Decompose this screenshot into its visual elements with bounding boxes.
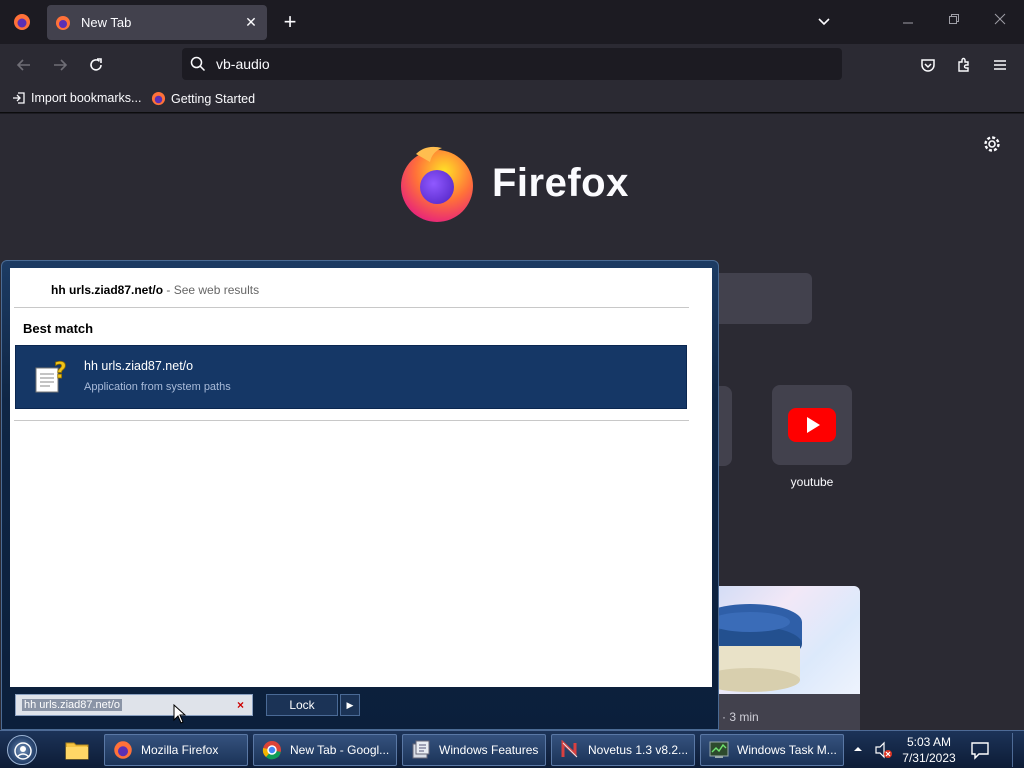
tab-strip: New Tab ✕ +	[0, 0, 1024, 44]
taskbar-item-label: Mozilla Firefox	[141, 743, 219, 757]
divider	[14, 420, 689, 421]
import-icon	[13, 92, 25, 104]
bookmark-label: Getting Started	[171, 91, 256, 106]
reload-button[interactable]	[84, 53, 108, 77]
bookmark-import[interactable]: Import bookmarks...	[12, 91, 141, 105]
search-icon	[190, 56, 206, 72]
close-tab-icon[interactable]: ✕	[243, 14, 259, 31]
firefox-icon	[56, 15, 70, 30]
new-tab-button[interactable]: +	[279, 11, 301, 33]
restore-button[interactable]	[948, 12, 960, 28]
puzzle-icon	[958, 57, 969, 72]
start-search-value[interactable]: hh urls.ziad87.net/o	[22, 699, 123, 711]
extensions-button[interactable]	[952, 53, 976, 77]
clock-date: 7/31/2023	[902, 751, 956, 765]
start-search-input[interactable]: hh urls.ziad87.net/o ×	[15, 694, 253, 716]
show-hidden-icons-button[interactable]	[852, 743, 864, 757]
show-desktop-button[interactable]	[1012, 733, 1022, 767]
address-input-value[interactable]: vb-audio	[216, 56, 270, 72]
clock-time: 5:03 AM	[906, 735, 952, 749]
power-options-arrow[interactable]: ▶	[340, 694, 360, 716]
top-site-youtube[interactable]	[772, 385, 852, 465]
firefox-wordmark: Firefox	[492, 160, 629, 205]
taskbar-file-explorer[interactable]	[58, 734, 96, 766]
forward-arrow-icon	[54, 59, 68, 71]
lock-button[interactable]: Lock	[266, 694, 338, 716]
task-manager-icon	[709, 741, 729, 758]
svg-text:?: ?	[54, 359, 67, 384]
speaker-muted-icon	[875, 741, 892, 759]
taskbar-item-task-manager[interactable]: Windows Task M...	[700, 734, 844, 766]
app-menu-button[interactable]	[988, 53, 1012, 77]
bookmarks-toolbar: Import bookmarks... Getting Started	[0, 85, 1024, 113]
action-center-button[interactable]	[970, 740, 990, 763]
windows-features-icon	[412, 740, 430, 759]
chevron-up-icon	[854, 747, 862, 751]
divider	[14, 307, 689, 308]
close-icon	[994, 13, 1006, 25]
firefox-icon	[14, 14, 30, 30]
bookmark-getting-started[interactable]: Getting Started	[151, 91, 255, 106]
reload-icon	[90, 58, 102, 71]
back-arrow-icon	[16, 59, 30, 71]
minimize-icon	[903, 22, 913, 24]
cursor-icon	[173, 703, 187, 724]
personalize-button[interactable]	[982, 134, 1002, 159]
tab-title: New Tab	[81, 15, 132, 30]
taskbar-item-label: New Tab - Googl...	[290, 743, 390, 757]
clear-search-icon[interactable]: ×	[237, 698, 244, 712]
windows-orb-icon	[14, 742, 32, 760]
web-search-link[interactable]: hh urls.ziad87.net/o - See web results	[51, 283, 259, 297]
gear-icon	[984, 136, 1000, 152]
firefox-view-button[interactable]	[0, 0, 44, 44]
navigation-toolbar: vb-audio	[0, 44, 1024, 85]
firefox-logo: Firefox	[396, 142, 629, 224]
pocket-button[interactable]	[916, 53, 940, 77]
start-menu-results: hh urls.ziad87.net/o - See web results B…	[10, 268, 712, 687]
taskbar-item-novetus[interactable]: Novetus 1.3 v8.2...	[551, 734, 695, 766]
address-bar[interactable]: vb-audio	[182, 48, 842, 80]
taskbar-item-windows-features[interactable]: Windows Features	[402, 734, 546, 766]
taskbar-item-chrome[interactable]: New Tab - Googl...	[253, 734, 397, 766]
taskbar-item-firefox[interactable]: Mozilla Firefox	[104, 734, 248, 766]
taskbar: Mozilla Firefox New Tab - Googl... Windo…	[0, 730, 1024, 768]
pocket-icon	[921, 59, 935, 72]
unknown-application-icon: ?	[35, 359, 67, 393]
notification-icon	[971, 742, 989, 760]
web-search-hint: - See web results	[163, 283, 260, 297]
hamburger-menu-icon	[994, 60, 1006, 70]
tab-new-tab[interactable]: New Tab ✕	[47, 5, 267, 40]
mouse-cursor	[173, 703, 187, 729]
forward-button[interactable]	[48, 53, 72, 77]
novetus-icon	[561, 740, 578, 758]
volume-button[interactable]	[874, 741, 894, 762]
list-all-tabs-button[interactable]	[816, 13, 832, 34]
firefox-logo-icon	[401, 146, 473, 222]
restore-icon	[949, 14, 959, 24]
youtube-icon	[788, 408, 836, 442]
best-match-heading: Best match	[23, 321, 94, 336]
bookmark-label: Import bookmarks...	[31, 91, 142, 105]
start-button[interactable]	[7, 735, 37, 765]
back-button[interactable]	[12, 53, 36, 77]
system-clock[interactable]: 5:03 AM 7/31/2023	[896, 734, 962, 766]
chrome-icon	[262, 741, 281, 760]
start-menu: hh urls.ziad87.net/o - See web results B…	[1, 260, 719, 730]
firefox-icon	[151, 91, 166, 106]
result-title: hh urls.ziad87.net/o	[84, 359, 194, 373]
minimize-button[interactable]	[902, 12, 914, 28]
story-read-time: · 3 min	[722, 710, 759, 724]
top-site-label: youtube	[790, 475, 834, 489]
firefox-icon	[114, 741, 132, 759]
folder-icon	[65, 742, 89, 760]
web-search-query: hh urls.ziad87.net/o	[51, 283, 164, 297]
taskbar-item-label: Novetus 1.3 v8.2...	[588, 743, 689, 757]
result-subtitle: Application from system paths	[84, 381, 231, 393]
taskbar-item-label: Windows Task M...	[737, 743, 837, 757]
taskbar-item-label: Windows Features	[439, 743, 539, 757]
close-window-button[interactable]	[994, 12, 1006, 28]
chevron-down-icon	[818, 18, 830, 26]
best-match-result[interactable]: ? hh urls.ziad87.net/o Application from …	[15, 345, 687, 409]
